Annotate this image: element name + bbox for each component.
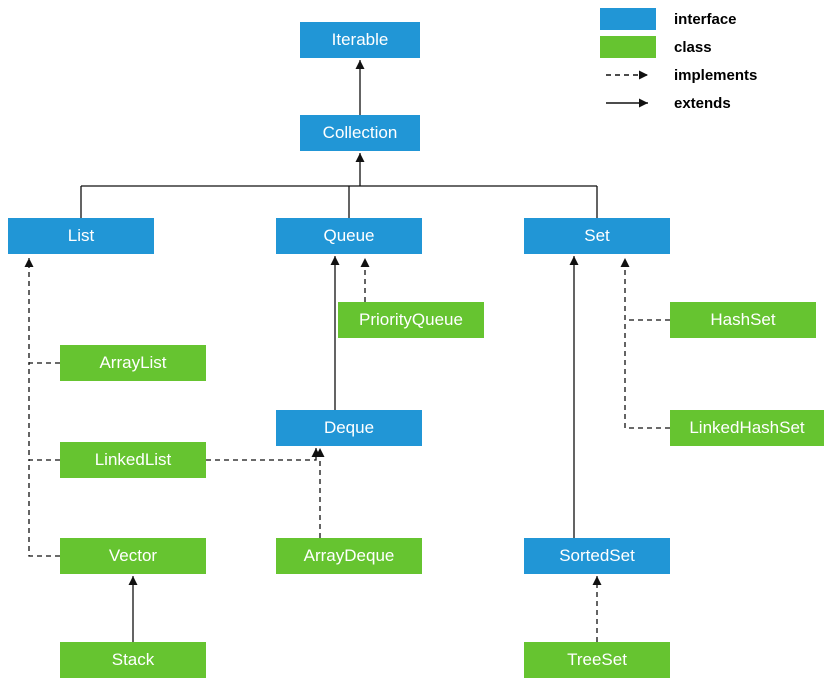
node-stack: Stack [60, 642, 206, 678]
node-label: Stack [112, 650, 155, 670]
node-label: Vector [109, 546, 157, 566]
swatch-interface [600, 8, 656, 30]
node-linkedhashset: LinkedHashSet [670, 410, 824, 446]
node-sortedset: SortedSet [524, 538, 670, 574]
legend-label-extends: extends [674, 95, 731, 112]
node-label: LinkedList [95, 450, 172, 470]
node-label: List [68, 226, 94, 246]
node-label: Set [584, 226, 610, 246]
node-label: TreeSet [567, 650, 627, 670]
node-treeset: TreeSet [524, 642, 670, 678]
swatch-class [600, 36, 656, 58]
legend-row-implements: implements [600, 64, 757, 86]
legend-row-extends: extends [600, 92, 757, 114]
node-label: ArrayDeque [304, 546, 395, 566]
node-label: LinkedHashSet [689, 418, 804, 438]
node-label: Queue [323, 226, 374, 246]
node-deque: Deque [276, 410, 422, 446]
legend-row-interface: interface [600, 8, 757, 30]
node-linkedlist: LinkedList [60, 442, 206, 478]
legend-label-interface: interface [674, 11, 737, 28]
legend-extends-icon [600, 92, 656, 114]
legend-label-implements: implements [674, 67, 757, 84]
node-hashset: HashSet [670, 302, 816, 338]
node-label: Iterable [332, 30, 389, 50]
legend: interface class implements extends [600, 8, 757, 120]
node-vector: Vector [60, 538, 206, 574]
node-list: List [8, 218, 154, 254]
node-label: PriorityQueue [359, 310, 463, 330]
node-priorityqueue: PriorityQueue [338, 302, 484, 338]
node-label: HashSet [710, 310, 775, 330]
node-label: Deque [324, 418, 374, 438]
node-set: Set [524, 218, 670, 254]
node-label: Collection [323, 123, 398, 143]
node-label: ArrayList [99, 353, 166, 373]
node-iterable: Iterable [300, 22, 420, 58]
legend-label-class: class [674, 39, 712, 56]
node-collection: Collection [300, 115, 420, 151]
node-label: SortedSet [559, 546, 635, 566]
node-queue: Queue [276, 218, 422, 254]
legend-implements-icon [600, 64, 656, 86]
node-arraylist: ArrayList [60, 345, 206, 381]
legend-row-class: class [600, 36, 757, 58]
node-arraydeque: ArrayDeque [276, 538, 422, 574]
